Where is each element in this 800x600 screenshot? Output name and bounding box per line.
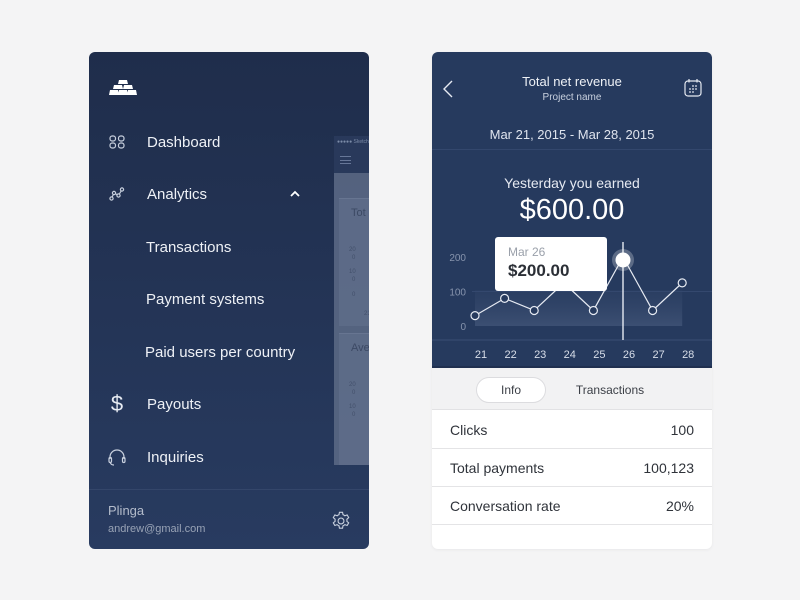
- tooltip-date: Mar 26: [508, 245, 546, 259]
- sidebar-item-label: Transactions: [146, 238, 232, 256]
- sidebar-item-label: Payouts: [147, 395, 202, 413]
- page-title: Total net revenue: [522, 74, 622, 89]
- sidebar-item-payouts[interactable]: $ Payouts: [89, 384, 334, 424]
- preview-tick: 0: [352, 412, 356, 418]
- status-bar-text: ●●●●● Sketch: [337, 139, 369, 145]
- data-point: [499, 293, 510, 304]
- gear-icon[interactable]: [330, 510, 352, 532]
- x-tick-label: 26: [623, 349, 635, 361]
- stat-value: 100: [670, 421, 694, 438]
- sidebar-item-label: Analytics: [147, 185, 208, 203]
- x-tick-label: 23: [534, 349, 546, 361]
- analytics-icon: [107, 184, 127, 204]
- user-name: Plinga: [108, 503, 145, 518]
- preview-tick: 0: [352, 292, 356, 298]
- tab-info[interactable]: Info: [476, 377, 546, 403]
- header-divider: [432, 149, 712, 150]
- preview-tick: 0: [352, 255, 356, 261]
- stat-row-clicks: Clicks 100: [432, 411, 712, 449]
- preview-tick: 0: [352, 390, 356, 396]
- grid-icon: [107, 132, 127, 152]
- preview-card-title: Tot: [351, 207, 366, 219]
- x-tick-label: 22: [504, 349, 516, 361]
- sidebar-item-dashboard[interactable]: Dashboard: [89, 122, 334, 162]
- data-point: [529, 305, 539, 316]
- preview-card-title: Ave: [351, 342, 369, 354]
- sidebar-item-inquiries[interactable]: Inquiries: [89, 437, 334, 477]
- stat-row-total-payments: Total payments 100,123: [432, 449, 712, 487]
- highlight-point: [615, 252, 631, 268]
- sidebar-item-label: Paid users per country: [145, 343, 296, 361]
- sidebar-item-label: Payment systems: [146, 290, 265, 308]
- x-tick-label: 25: [593, 349, 605, 361]
- tab-transactions[interactable]: Transactions: [562, 377, 658, 403]
- headset-icon: [107, 447, 127, 467]
- data-point: [648, 305, 658, 316]
- preview-tick: 0: [352, 277, 356, 283]
- stat-label: Total payments: [450, 459, 545, 476]
- y-tick-label: 200: [449, 253, 466, 264]
- earned-value: $600.00: [519, 194, 625, 226]
- dollar-icon: $: [110, 391, 124, 416]
- stat-value: 100,123: [643, 459, 694, 476]
- tooltip-value: $200.00: [508, 261, 570, 280]
- preview-tick: 10: [349, 404, 356, 410]
- stat-label: Conversation rate: [450, 497, 561, 514]
- calendar-icon[interactable]: [683, 78, 703, 98]
- preview-tick: 20: [349, 382, 356, 388]
- sidebar-item-label: Dashboard: [147, 133, 221, 151]
- gold-bars-logo: [109, 80, 137, 95]
- stat-label: Clicks: [450, 421, 488, 438]
- x-tick-label: 21: [475, 349, 487, 361]
- y-tick-label: 100: [449, 288, 466, 299]
- user-email: andrew@gmail.com: [108, 523, 206, 535]
- x-tick-label: 24: [564, 349, 576, 361]
- preview-tick: 21: [364, 311, 369, 317]
- x-tick-label: 27: [652, 349, 664, 361]
- preview-card: Ave 20 0 10 0: [339, 333, 369, 465]
- revenue-header: Total net revenue Project name Mar 21, 2…: [432, 52, 712, 366]
- preview-tick: 10: [349, 269, 356, 275]
- chevron-up-icon[interactable]: [289, 188, 301, 200]
- stat-row-conversation-rate: Conversation rate 20%: [432, 487, 712, 525]
- sidebar-item-analytics[interactable]: Analytics: [89, 174, 334, 214]
- sidebar-item-payment-systems[interactable]: Payment systems: [89, 279, 334, 319]
- preview-card: Tot 20 0 10 0 0 21: [339, 198, 369, 326]
- background-screen-preview: ●●●●● Sketch Tot 20 0 10 0 0 21 Ave 20 0…: [334, 136, 369, 465]
- date-range[interactable]: Mar 21, 2015 - Mar 28, 2015: [432, 127, 712, 142]
- data-point: [470, 311, 480, 321]
- sidebar-item-transactions[interactable]: Transactions: [89, 227, 334, 267]
- data-point: [588, 305, 598, 316]
- hamburger-icon: [340, 156, 351, 164]
- x-tick-label: 28: [682, 349, 694, 361]
- revenue-detail-screen: Total net revenue Project name Mar 21, 2…: [432, 52, 712, 549]
- stat-value: 20%: [665, 497, 694, 514]
- sidebar-item-paid-users-per-country[interactable]: Paid users per country: [89, 332, 334, 372]
- preview-tick: 20: [349, 247, 356, 253]
- chart-tooltip: Mar 26 $200.00: [495, 237, 607, 291]
- segmented-tabs: Info Transactions: [432, 366, 712, 410]
- sidebar-footer: Plinga andrew@gmail.com: [89, 489, 369, 549]
- y-tick-label: 0: [460, 322, 466, 333]
- sidebar-item-label: Inquiries: [147, 448, 204, 466]
- page-subtitle: Project name: [542, 92, 602, 103]
- earned-label: Yesterday you earned: [504, 175, 640, 191]
- data-point: [677, 278, 687, 288]
- sidebar-panel: ●●●●● Sketch Tot 20 0 10 0 0 21 Ave 20 0…: [89, 52, 369, 549]
